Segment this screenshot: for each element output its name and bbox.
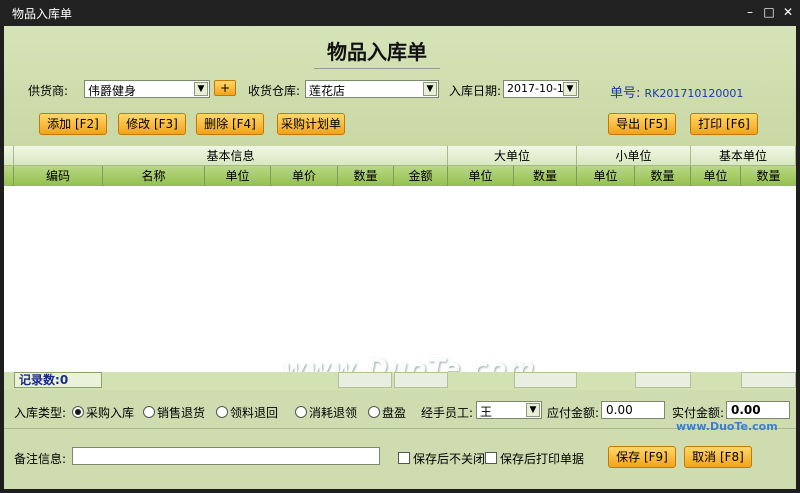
remark-label: 备注信息: <box>14 452 67 466</box>
maximize-icon[interactable]: □ <box>761 3 777 21</box>
checkbox-icon <box>485 452 497 464</box>
export-button[interactable]: 导出 [F5] <box>608 113 676 135</box>
order-number: 单号: RK201710120001 <box>610 82 743 101</box>
checkbox-label: 保存后不关闭 <box>413 452 486 466</box>
date-label: 入库日期: <box>449 84 502 98</box>
supplier-value: 伟爵健身 <box>88 84 137 98</box>
type-label: 入库类型: <box>14 406 67 420</box>
column-name[interactable]: 名称 <box>103 166 205 186</box>
handler-select[interactable]: 王 ▼ <box>476 401 542 419</box>
radio-label: 领料退回 <box>230 406 279 420</box>
add-supplier-button[interactable]: + <box>214 80 236 96</box>
column-unit[interactable]: 单位 <box>205 166 271 186</box>
corner-watermark: www.DuoTe.com <box>676 420 778 433</box>
column-base-qty[interactable]: 数量 <box>741 166 796 186</box>
radio-icon <box>368 406 380 418</box>
edit-button[interactable]: 修改 [F3] <box>118 113 186 135</box>
radio-inventory-surplus[interactable]: 盘盈 <box>368 404 406 421</box>
warehouse-select[interactable]: 莲花店 ▼ <box>305 80 439 98</box>
radio-selected-icon <box>72 406 84 418</box>
supplier-label: 供货商: <box>28 84 69 98</box>
column-large-qty[interactable]: 数量 <box>514 166 577 186</box>
column-quantity[interactable]: 数量 <box>338 166 394 186</box>
order-number-label: 单号: <box>610 86 641 101</box>
record-count: 记录数:0 <box>14 372 102 388</box>
order-number-value: RK201710120001 <box>644 87 744 100</box>
print-after-save-checkbox[interactable]: 保存后打印单据 <box>485 450 584 467</box>
group-header-basic: 基本信息 <box>14 146 448 166</box>
column-amount[interactable]: 金额 <box>394 166 448 186</box>
remark-field[interactable] <box>72 447 380 465</box>
close-icon[interactable]: ✕ <box>780 3 796 21</box>
chevron-down-icon[interactable]: ▼ <box>194 82 208 96</box>
chevron-down-icon[interactable]: ▼ <box>526 403 540 417</box>
column-large-unit[interactable]: 单位 <box>448 166 514 186</box>
window: 物品入库单 – □ ✕ 物品入库单 供货商: 伟爵健身 ▼ + 收货仓库: 莲花… <box>0 0 800 493</box>
warehouse-label: 收货仓库: <box>248 84 301 98</box>
record-count-value: 0 <box>59 373 69 387</box>
purchase-plan-button[interactable]: 采购计划单 <box>277 113 345 135</box>
payable-label: 应付金额: <box>547 406 600 420</box>
radio-label: 销售退货 <box>157 406 206 420</box>
bottom-panel: 入库类型: 采购入库 销售退货 领料退回 消耗退领 盘盈 经手员工: 王 ▼ 应… <box>4 390 796 489</box>
column-price[interactable]: 单价 <box>271 166 338 186</box>
chevron-down-icon[interactable]: ▼ <box>423 82 437 96</box>
column-small-unit[interactable]: 单位 <box>577 166 635 186</box>
record-count-label: 记录数: <box>19 373 60 387</box>
row-indicator-column <box>4 166 14 186</box>
radio-purchase-in[interactable]: 采购入库 <box>72 404 134 421</box>
paid-amount-field[interactable]: 0.00 <box>726 401 790 419</box>
add-button[interactable]: 添加 [F2] <box>39 113 107 135</box>
column-small-qty[interactable]: 数量 <box>635 166 691 186</box>
chevron-down-icon[interactable]: ▼ <box>563 82 577 96</box>
print-button[interactable]: 打印 [F6] <box>690 113 758 135</box>
delete-button[interactable]: 删除 [F4] <box>196 113 264 135</box>
radio-icon <box>216 406 228 418</box>
checkbox-label: 保存后打印单据 <box>500 452 585 466</box>
radio-sales-return[interactable]: 销售退货 <box>143 404 205 421</box>
footer-large-qty-total <box>514 372 577 388</box>
date-picker[interactable]: 2017-10-12 ▼ <box>503 80 579 98</box>
column-code[interactable]: 编码 <box>14 166 103 186</box>
radio-label: 盘盈 <box>382 406 407 420</box>
page-title: 物品入库单 <box>314 36 440 69</box>
paid-label: 实付金额: <box>672 406 725 420</box>
row-indicator-header <box>4 146 14 166</box>
minimize-icon[interactable]: – <box>742 3 758 21</box>
cancel-button[interactable]: 取消 [F8] <box>684 446 752 468</box>
group-header-base-unit: 基本单位 <box>691 146 796 166</box>
handler-value: 王 <box>480 405 493 419</box>
footer-base-qty-total <box>741 372 796 388</box>
footer-small-qty-total <box>635 372 691 388</box>
radio-icon <box>143 406 155 418</box>
footer-amount-total <box>394 372 448 388</box>
footer-quantity-total <box>338 372 392 388</box>
keep-open-checkbox[interactable]: 保存后不关闭 <box>398 450 485 467</box>
title-bar: 物品入库单 – □ ✕ <box>0 0 800 26</box>
grid-footer: 记录数:0 <box>4 372 796 390</box>
radio-icon <box>295 406 307 418</box>
save-button[interactable]: 保存 [F9] <box>608 446 676 468</box>
radio-label: 消耗退领 <box>309 406 358 420</box>
payable-amount-field[interactable]: 0.00 <box>601 401 665 419</box>
column-base-unit[interactable]: 单位 <box>691 166 741 186</box>
group-header-large-unit: 大单位 <box>448 146 577 166</box>
items-grid[interactable]: 基本信息 大单位 小单位 基本单位 编码 名称 单位 单价 数量 金额 单位 数… <box>4 146 796 384</box>
checkbox-icon <box>398 452 410 464</box>
handler-label: 经手员工: <box>421 406 474 420</box>
radio-label: 采购入库 <box>86 406 135 420</box>
radio-consume-return[interactable]: 消耗退领 <box>295 404 357 421</box>
radio-material-return[interactable]: 领料退回 <box>216 404 278 421</box>
warehouse-value: 莲花店 <box>309 84 346 98</box>
supplier-select[interactable]: 伟爵健身 ▼ <box>84 80 210 98</box>
date-value: 2017-10-12 <box>507 82 571 95</box>
group-header-small-unit: 小单位 <box>577 146 691 166</box>
form-header: 物品入库单 供货商: 伟爵健身 ▼ + 收货仓库: 莲花店 ▼ 入库日期: 20… <box>4 26 796 146</box>
window-title: 物品入库单 <box>12 7 73 21</box>
